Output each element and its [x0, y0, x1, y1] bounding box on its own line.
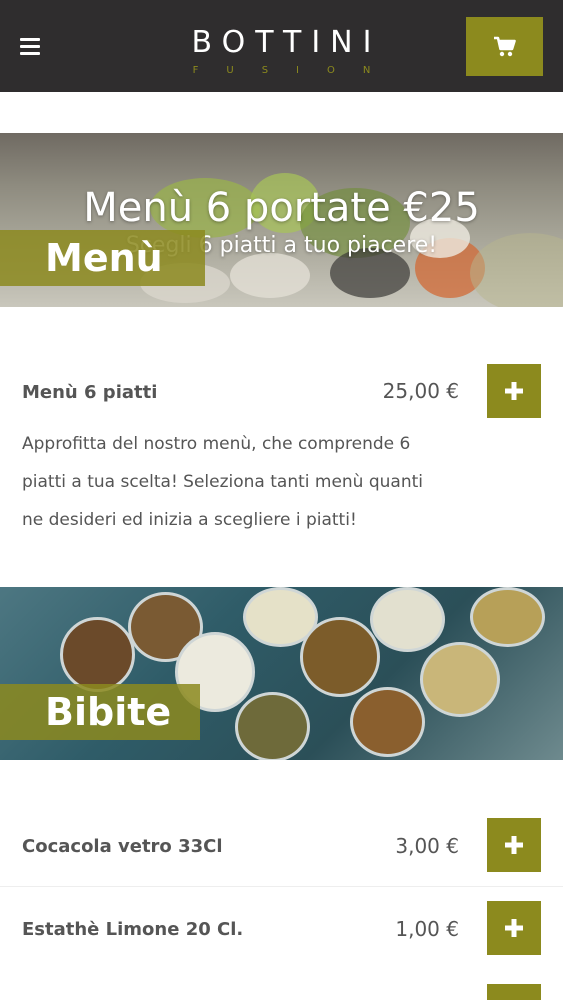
- plus-icon: [505, 836, 523, 854]
- bibite-banner: Bibite: [0, 587, 563, 760]
- item-name: Cocacola vetro 33Cl: [22, 836, 223, 857]
- plus-icon: [505, 919, 523, 937]
- item-name: Estathè Limone 20 Cl.: [22, 919, 244, 940]
- menu-banner: Menù 6 portate €25 Scegli 6 piatti a tuo…: [0, 133, 563, 307]
- section-label-bibite: Bibite: [0, 684, 200, 740]
- add-to-cart-button[interactable]: [487, 984, 541, 1000]
- cart-button[interactable]: [466, 17, 543, 76]
- plus-icon: [505, 382, 523, 400]
- add-to-cart-button[interactable]: [487, 901, 541, 955]
- section-label-menu: Menù: [0, 230, 205, 286]
- cart-icon: [493, 36, 516, 56]
- item-description: Approfitta del nostro menù, che comprend…: [22, 434, 424, 530]
- banner-title: Menù 6 portate €25: [83, 185, 480, 231]
- divider: [0, 886, 563, 887]
- add-to-cart-button[interactable]: [487, 364, 541, 418]
- add-to-cart-button[interactable]: [487, 818, 541, 872]
- item-name: Menù 6 piatti: [22, 382, 158, 403]
- item-price: 3,00 €: [395, 834, 459, 858]
- item-price: 25,00 €: [382, 379, 459, 403]
- item-price: 1,00 €: [395, 917, 459, 941]
- header: BOTTINI FUSION: [0, 0, 563, 92]
